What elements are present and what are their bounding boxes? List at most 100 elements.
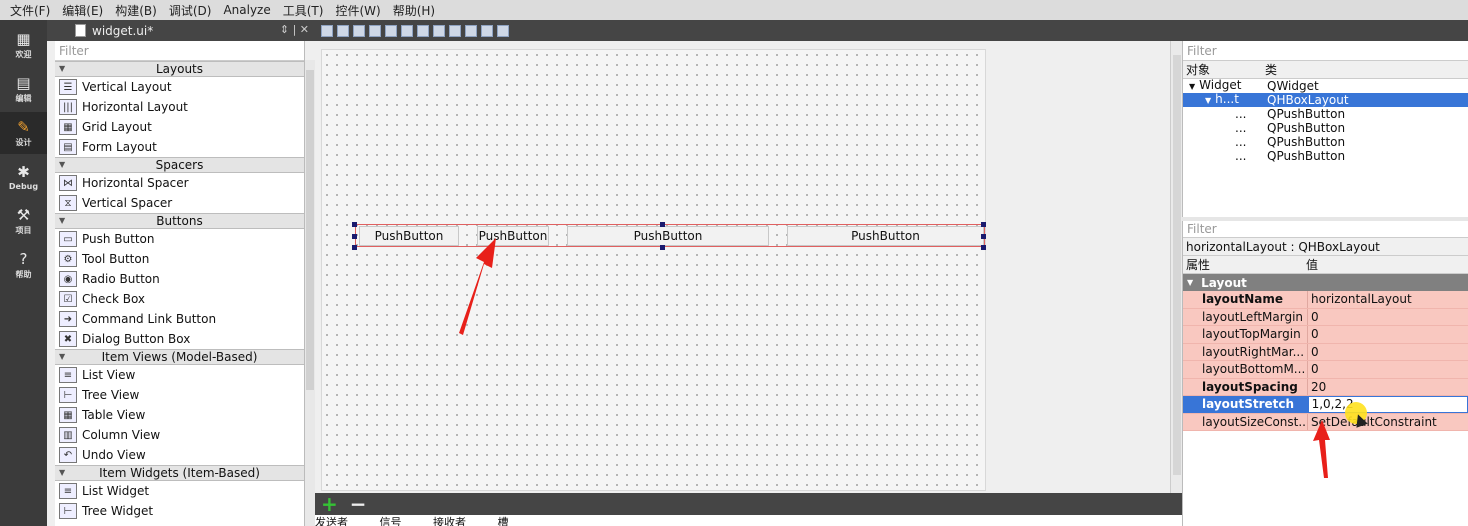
property-row[interactable]: layoutLeftMargin 0 [1183, 308, 1468, 326]
edit-buddies-icon[interactable] [353, 24, 365, 37]
widget-item[interactable]: ||| Horizontal Layout [55, 97, 304, 117]
widget-item[interactable]: ⋈ Horizontal Spacer [55, 173, 304, 193]
property-row[interactable]: layoutStretch 1,0,2,2 [1183, 396, 1468, 414]
widget-item[interactable]: ▥ Column View [55, 425, 304, 445]
col-slot[interactable]: 槽 [498, 515, 509, 526]
widget-item[interactable]: ⧖ Vertical Spacer [55, 193, 304, 213]
tab-controls[interactable]: ⇕ | ✕ [280, 23, 309, 36]
widget-item[interactable]: ▦ Grid Layout [55, 117, 304, 137]
property-row[interactable]: layoutBottomM... 0 [1183, 361, 1468, 379]
col-class[interactable]: 类 [1265, 61, 1277, 78]
mode-debug[interactable]: ✱ Debug [0, 156, 47, 198]
layout-horizontal-icon[interactable] [385, 24, 397, 37]
resize-handle[interactable] [660, 245, 665, 250]
col-property[interactable]: 属性 [1183, 256, 1306, 273]
widget-filter-input[interactable]: Filter [55, 41, 304, 61]
property-group-layout[interactable]: ▼ Layout [1183, 274, 1468, 291]
object-tree-row[interactable]: ▼ Widget QWidget [1183, 78, 1468, 93]
property-row[interactable]: layoutSizeConst... SetDefaultConstraint [1183, 413, 1468, 431]
col-receiver[interactable]: 接收者 [433, 515, 466, 526]
widget-item[interactable]: ▤ Form Layout [55, 137, 304, 157]
widget-item[interactable]: ≡ List Widget [55, 481, 304, 501]
property-value[interactable]: 0 [1308, 310, 1319, 324]
widget-category[interactable]: ▼ Item Views (Model-Based) [55, 349, 304, 365]
widget-item[interactable]: ≡ List View [55, 365, 304, 385]
object-tree-row[interactable]: ... QPushButton [1183, 107, 1468, 121]
mode-help[interactable]: ? 帮助 [0, 244, 47, 286]
resize-handle[interactable] [660, 222, 665, 227]
object-tree-row[interactable]: ... QPushButton [1183, 149, 1468, 163]
break-layout-icon[interactable] [481, 24, 493, 37]
widget-category[interactable]: ▼ Spacers [55, 157, 304, 173]
menu-item[interactable]: Analyze [217, 3, 276, 17]
property-row[interactable]: layoutTopMargin 0 [1183, 326, 1468, 344]
col-object[interactable]: 对象 [1183, 61, 1265, 78]
widget-item[interactable]: ⊢ Tree View [55, 385, 304, 405]
push-button-3[interactable]: PushButton [567, 226, 769, 246]
push-button-2[interactable]: PushButton [477, 226, 549, 246]
resize-handle[interactable] [352, 234, 357, 239]
widget-item[interactable]: ▦ Table View [55, 405, 304, 425]
mode-edit[interactable]: ▤ 编辑 [0, 68, 47, 110]
edit-signals-icon[interactable] [337, 24, 349, 37]
widget-item[interactable]: ☑ Check Box [55, 289, 304, 309]
mode-projects[interactable]: ⚒ 项目 [0, 200, 47, 242]
col-sender[interactable]: 发送者 [315, 515, 348, 526]
resize-handle[interactable] [981, 245, 986, 250]
resize-handle[interactable] [352, 222, 357, 227]
menu-item[interactable]: 帮助(H) [387, 2, 441, 19]
widget-item[interactable]: ⊢ Tree Widget [55, 501, 304, 521]
property-value[interactable]: 0 [1308, 345, 1319, 359]
layout-form-icon[interactable] [449, 24, 461, 37]
resize-handle[interactable] [352, 245, 357, 250]
menu-item[interactable]: 编辑(E) [56, 2, 109, 19]
menu-item[interactable]: 控件(W) [329, 2, 386, 19]
menu-item[interactable]: 工具(T) [277, 2, 330, 19]
expand-arrow-icon[interactable]: ▼ [1205, 96, 1211, 105]
push-button-4[interactable]: PushButton [787, 226, 984, 246]
property-value[interactable]: 20 [1308, 380, 1326, 394]
col-value[interactable]: 值 [1306, 256, 1318, 273]
resize-handle[interactable] [981, 222, 986, 227]
widget-item[interactable]: ↶ Undo View [55, 445, 304, 465]
resize-handle[interactable] [981, 234, 986, 239]
property-value-input[interactable]: 1,0,2,2 [1307, 396, 1468, 413]
object-tree-row[interactable]: ... QPushButton [1183, 121, 1468, 135]
object-filter-input[interactable]: Filter [1183, 41, 1468, 61]
widget-item[interactable]: ▭ Push Button [55, 229, 304, 249]
add-connection-button[interactable]: + [321, 494, 338, 514]
horizontal-layout[interactable]: PushButton PushButton PushButton PushBut… [355, 224, 985, 247]
widget-box-scrollbar[interactable] [305, 60, 315, 526]
widget-item[interactable]: ✖ Dialog Button Box [55, 329, 304, 349]
widget-item[interactable]: ⚙ Tool Button [55, 249, 304, 269]
widget-category[interactable]: ▼ Item Widgets (Item-Based) [55, 465, 304, 481]
col-signal[interactable]: 信号 [380, 515, 402, 526]
property-row[interactable]: layoutSpacing 20 [1183, 378, 1468, 396]
edit-widgets-icon[interactable] [321, 24, 333, 37]
property-filter-input[interactable]: Filter [1183, 221, 1468, 238]
mode-welcome[interactable]: ▦ 欢迎 [0, 24, 47, 66]
layout-h-splitter-icon[interactable] [417, 24, 429, 37]
property-row[interactable]: layoutRightMar... 0 [1183, 343, 1468, 361]
menu-item[interactable]: 调试(D) [163, 2, 218, 19]
layout-v-splitter-icon[interactable] [433, 24, 445, 37]
layout-grid-icon[interactable] [465, 24, 477, 37]
document-tab[interactable]: widget.ui* [75, 24, 153, 38]
widget-category[interactable]: ▼ Layouts [55, 61, 304, 77]
property-value[interactable]: horizontalLayout [1308, 292, 1412, 306]
property-value[interactable]: 0 [1308, 327, 1319, 341]
canvas-scrollbar[interactable] [1170, 41, 1182, 493]
object-tree-row[interactable]: ... QPushButton [1183, 135, 1468, 149]
push-button-1[interactable]: PushButton [359, 226, 459, 246]
widget-item[interactable]: ➜ Command Link Button [55, 309, 304, 329]
edit-tab-order-icon[interactable] [369, 24, 381, 37]
property-row[interactable]: layoutName horizontalLayout [1183, 291, 1468, 309]
property-value[interactable]: 0 [1308, 362, 1319, 376]
property-value[interactable]: SetDefaultConstraint [1308, 415, 1437, 429]
expand-arrow-icon[interactable]: ▼ [1189, 82, 1195, 91]
widget-item[interactable]: ◉ Radio Button [55, 269, 304, 289]
object-tree-row[interactable]: ▼ h...t QHBoxLayout [1183, 92, 1468, 107]
form-widget[interactable]: PushButton PushButton PushButton PushBut… [321, 49, 986, 491]
menu-item[interactable]: 文件(F) [4, 2, 56, 19]
mode-design[interactable]: ✎ 设计 [0, 112, 47, 154]
